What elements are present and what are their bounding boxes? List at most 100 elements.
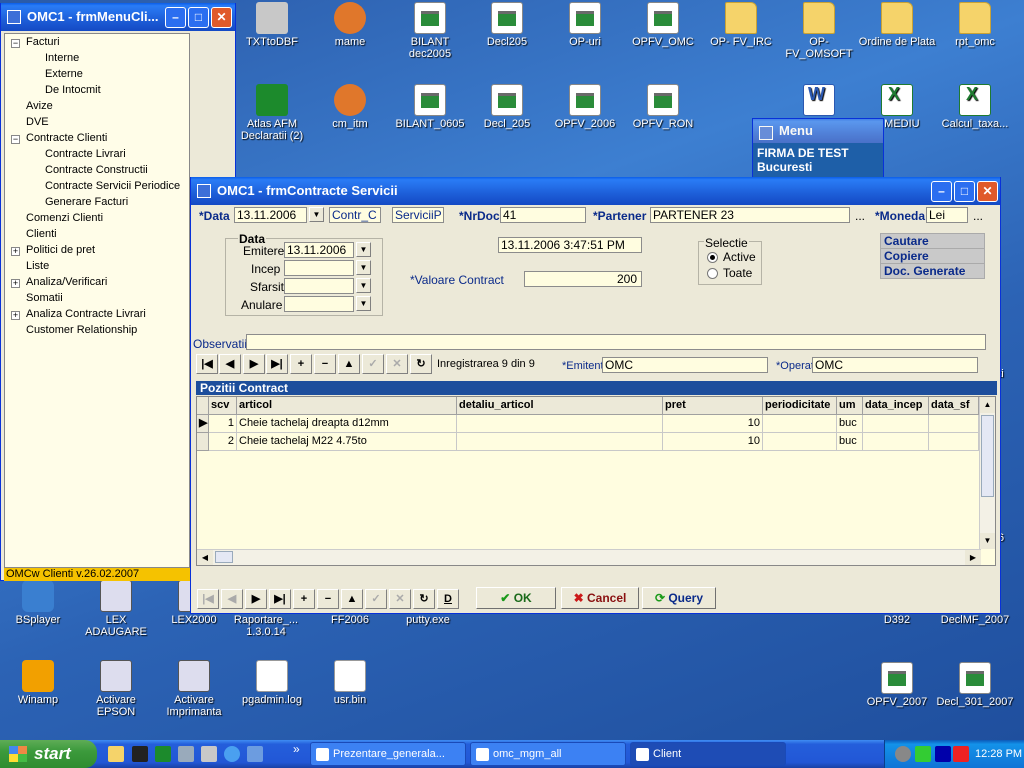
active-radio[interactable] (707, 252, 718, 263)
tree-item[interactable]: Comenzi Clienti (26, 212, 103, 224)
tree-item[interactable]: Contracte Constructii (45, 164, 148, 176)
contracte-servicii-window[interactable]: OMC1 - frmContracte Servicii – □ ✕ *Data… (190, 177, 1001, 614)
tree-item[interactable]: Contracte Livrari (45, 148, 126, 160)
incep-field[interactable] (284, 260, 354, 276)
tree-expander-icon[interactable]: + (11, 311, 20, 320)
menu-mini-window[interactable]: Menu FIRMA DE TEST Bucuresti (752, 118, 884, 181)
positions-grid[interactable]: scv articol detaliu_articol pret periodicita… (196, 396, 996, 566)
grid-first-button[interactable]: |◀ (197, 589, 219, 609)
last-record-button[interactable]: ▶| (266, 354, 288, 374)
close-button[interactable]: ✕ (977, 181, 998, 202)
grid-cancel-button[interactable]: ✕ (389, 589, 411, 609)
desktop-icon-item[interactable]: BILANT_0605 (390, 84, 470, 130)
desktop-icon-item[interactable]: Calcul_taxa... (935, 84, 1015, 130)
column-header[interactable]: scv (209, 397, 237, 415)
tree-item[interactable]: Customer Relationship (26, 324, 137, 336)
ok-button[interactable]: ✔ OK (476, 587, 556, 609)
tree-item[interactable]: DVE (26, 116, 49, 128)
taskbar-button[interactable]: Prezentare_generala... (310, 742, 466, 766)
moneda-browse[interactable]: ... (973, 209, 983, 223)
scroll-thumb[interactable] (981, 415, 994, 497)
column-header[interactable]: data_sf (929, 397, 979, 415)
desktop-icon-item[interactable]: LEX ADAUGARE (76, 580, 156, 638)
desktop-icon-item[interactable]: Activare Imprimanta (154, 660, 234, 718)
ie-icon[interactable] (224, 746, 240, 762)
desktop-icon-item[interactable] (779, 84, 859, 118)
column-header[interactable]: articol (237, 397, 457, 415)
tree-expander-icon[interactable]: + (11, 279, 20, 288)
desktop-icon-item[interactable]: pgadmin.log (232, 660, 312, 706)
media-icon[interactable] (935, 746, 951, 762)
next-record-button[interactable]: ▶ (243, 354, 265, 374)
data-dropdown-button[interactable]: ▼ (309, 207, 324, 222)
contract-type-field[interactable]: Contr_C (329, 207, 381, 223)
cancel-button[interactable]: ✖ Cancel (561, 587, 639, 609)
first-record-button[interactable]: |◀ (196, 354, 218, 374)
valoare-field[interactable]: 200 (524, 271, 642, 287)
add-record-button[interactable]: + (290, 354, 312, 374)
grid-refresh-button[interactable]: ↻ (413, 589, 435, 609)
horizontal-scrollbar[interactable]: ◀ ▶ (197, 549, 981, 565)
desktop-icon-item[interactable]: OP- FV_IRC (701, 2, 781, 48)
scroll-down-button[interactable]: ▼ (980, 533, 995, 549)
tree-item[interactable]: Generare Facturi (45, 196, 128, 208)
service-type-field[interactable]: ServiciiP (392, 207, 444, 223)
tree-item[interactable]: Liste (26, 260, 49, 272)
close-button[interactable]: ✕ (211, 7, 232, 28)
clock[interactable]: 12:28 PM (975, 740, 1022, 768)
minimize-button[interactable]: – (931, 181, 952, 202)
row-indicator[interactable]: ▶ (197, 415, 209, 433)
quicklaunch-overflow[interactable]: » (293, 742, 300, 756)
vertical-scrollbar[interactable]: ▲ ▼ (979, 397, 995, 549)
desktop-icon-item[interactable]: OPFV_RON (623, 84, 703, 130)
maximize-button[interactable]: □ (954, 181, 975, 202)
tree-expander-icon[interactable]: − (11, 39, 20, 48)
sfarsit-field[interactable] (284, 278, 354, 294)
start-button[interactable]: start (0, 740, 97, 768)
emitere-field[interactable]: 13.11.2006 (284, 242, 354, 258)
desktop-icon-item[interactable]: usr.bin (310, 660, 390, 706)
tree-expander-icon[interactable]: − (11, 135, 20, 144)
toate-radio[interactable] (707, 268, 718, 279)
operat-field[interactable]: OMC (812, 357, 978, 373)
messenger-icon[interactable] (915, 746, 931, 762)
tree-item[interactable]: Analiza/Verificari (26, 276, 107, 288)
grid-delete-button[interactable]: − (317, 589, 339, 609)
desktop-icon-item[interactable]: BILANT dec2005 (390, 2, 470, 60)
taskbar-button[interactable]: omc_mgm_all (470, 742, 626, 766)
desktop-icon-item[interactable]: Atlas AFM Declaratii (2) (232, 84, 312, 142)
incep-dropdown-button[interactable]: ▼ (356, 260, 371, 275)
desktop-icon-item[interactable]: Decl205 (467, 2, 547, 48)
column-header[interactable]: periodicitate (763, 397, 837, 415)
moneda-field[interactable]: Lei (926, 207, 968, 223)
tree-item[interactable]: De Intocmit (45, 84, 101, 96)
emitent-field[interactable]: OMC (602, 357, 768, 373)
cmd-icon[interactable] (132, 746, 148, 762)
tree-item[interactable]: Politici de pret (26, 244, 95, 256)
desktop-icon[interactable] (247, 746, 263, 762)
desktop-icon-item[interactable]: OP-uri (545, 2, 625, 48)
sfarsit-dropdown-button[interactable]: ▼ (356, 278, 371, 293)
doc-generate-button[interactable]: Doc. Generate (880, 263, 985, 279)
tree-item[interactable]: Clienti (26, 228, 57, 240)
kaspersky-icon[interactable] (953, 746, 969, 762)
grid-corner[interactable] (197, 397, 209, 415)
desktop-icon-item[interactable]: cm_itm (310, 84, 390, 130)
back-icon[interactable] (895, 746, 911, 762)
desktop-icon-item[interactable]: TXTtoDBF (232, 2, 312, 48)
desktop-icon-item[interactable]: Decl_205 (467, 84, 547, 130)
row-indicator[interactable] (197, 433, 209, 451)
desktop-icon-item[interactable]: BSplayer (0, 580, 78, 626)
tree-item[interactable]: Contracte Clienti (26, 132, 107, 144)
partener-field[interactable]: PARTENER 23 (650, 207, 850, 223)
desktop-icon-item[interactable]: Winamp (0, 660, 78, 706)
tree-item[interactable]: Facturi (26, 36, 60, 48)
nrdoc-field[interactable]: 41 (500, 207, 586, 223)
desktop-icon-item[interactable]: Decl_301_2007 (935, 662, 1015, 708)
title-bar[interactable]: OMC1 - frmContracte Servicii – □ ✕ (191, 177, 1000, 205)
desktop-icon-item[interactable]: OPFV_2007 (857, 662, 937, 708)
delete-record-button[interactable]: − (314, 354, 336, 374)
tree-item[interactable]: Avize (26, 100, 53, 112)
observatii-field[interactable] (246, 334, 986, 350)
taskbar-button[interactable]: Client (630, 742, 786, 766)
